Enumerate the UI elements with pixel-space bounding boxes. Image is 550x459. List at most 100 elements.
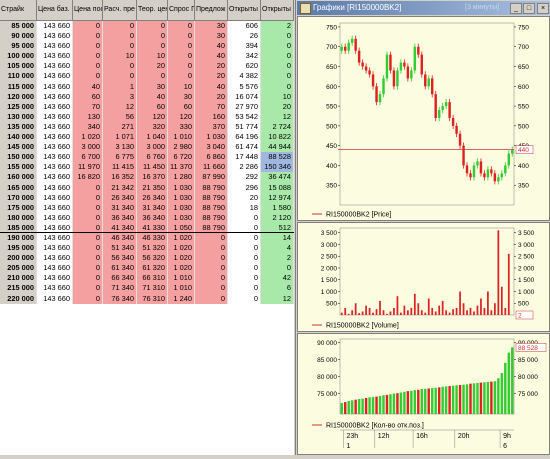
table-row[interactable]: 95 000 143 660 0 0 0 0 40 394 0 <box>0 41 294 52</box>
table-row[interactable]: 210 000 143 660 0 66 340 66 310 1 010 0 0 42 <box>0 273 294 284</box>
volume-bar <box>365 305 367 315</box>
base-price-cell: 143 660 <box>37 162 73 173</box>
table-row[interactable]: 105 000 143 660 0 0 20 0 20 620 0 <box>0 61 294 72</box>
open-interest-2-cell: 0 <box>261 41 294 52</box>
base-price-cell: 143 660 <box>37 232 73 244</box>
table-row[interactable]: 115 000 143 660 40 1 30 10 40 5 576 0 <box>0 81 294 92</box>
close-button[interactable]: × <box>537 3 549 14</box>
table-row[interactable]: 145 000 143 660 3 000 3 130 3 000 2 980 3 040 6… <box>0 142 294 153</box>
price-panel[interactable]: 3503504004004504505005005505506006006506… <box>297 16 550 221</box>
table-row[interactable]: 110 000 143 660 0 0 0 0 20 4 382 0 <box>0 71 294 82</box>
open-interest-2-cell: 14 <box>261 232 294 244</box>
last-price-cell: 0 <box>73 61 103 72</box>
oi-bar <box>417 389 420 414</box>
calc-price-cell: 26 340 <box>103 192 137 203</box>
col-open-interest[interactable]: Открыты <box>228 0 261 20</box>
col-strike[interactable]: Страйк <box>0 0 37 20</box>
y-tick-label-right: 350 <box>518 183 529 190</box>
candle-body <box>441 106 444 111</box>
oi-bar <box>511 347 514 414</box>
col-bid[interactable]: Спрос Г <box>168 0 195 20</box>
last-price-cell: 0 <box>73 212 103 223</box>
table-row[interactable]: 150 000 143 660 6 700 6 775 6 760 6 720 6 860 1… <box>0 152 294 163</box>
col-base-price[interactable]: Цена баз. <box>37 0 73 20</box>
table-row[interactable]: 135 000 143 660 340 271 320 330 370 51 774 2 724 <box>0 121 294 133</box>
theor-price-cell: 3 000 <box>137 142 168 153</box>
base-price-cell: 143 660 <box>37 263 73 274</box>
table-row[interactable]: 155 000 143 660 11 970 11 415 11 450 11 370 11… <box>0 162 294 173</box>
open-interest-panel[interactable]: 75 000 75 000 80 000 80 000 85 000 85 000 90 0… <box>297 333 550 455</box>
oi-bar <box>472 383 476 414</box>
base-price-cell: 143 660 <box>37 91 73 102</box>
series-label: RI150000BK2 [Кол-во отк.поз.] <box>326 423 424 430</box>
table-row[interactable]: 220 000 143 660 0 76 340 76 310 1 240 0 0 12 <box>0 293 294 304</box>
oi-bar <box>354 399 357 414</box>
time-tick-label: 9h <box>503 433 511 440</box>
col-ask[interactable]: Предлож <box>195 0 228 20</box>
table-row[interactable]: 130 000 143 660 130 56 120 120 160 53 542 12 <box>0 111 294 122</box>
calc-price-cell: 1 <box>103 81 137 92</box>
base-price-cell: 143 660 <box>37 212 73 223</box>
oi-bar <box>424 388 427 414</box>
table-row[interactable]: 195 000 143 660 0 51 340 51 320 1 020 0 0 4 <box>0 243 294 254</box>
volume-bar <box>507 253 510 315</box>
volume-panel[interactable]: 500 500 1 000 1 000 1 500 1 500 2 000 2 000 2 50… <box>297 222 550 332</box>
theor-price-cell: 6 760 <box>137 152 168 163</box>
table-row[interactable]: 120 000 143 660 60 3 40 30 20 16 074 10 <box>0 91 294 102</box>
volume-bar <box>410 307 413 315</box>
bid-cell: 1 030 <box>168 212 195 223</box>
table-row[interactable]: 175 000 143 660 0 31 340 31 340 1 030 88 790 18… <box>0 202 294 213</box>
volume-bar <box>497 230 500 315</box>
volume-bar <box>500 286 503 315</box>
bid-cell: 1 010 <box>168 132 195 143</box>
table-row[interactable]: 90 000 143 660 0 0 0 0 30 26 0 <box>0 31 294 42</box>
candle-body <box>458 133 462 146</box>
strike-cell: 170 000 <box>0 192 37 203</box>
volume-bar <box>375 309 378 315</box>
calc-price-cell: 3 130 <box>103 142 137 153</box>
candle-body <box>462 145 465 166</box>
col-calc-price[interactable]: Расч. пре <box>103 0 137 20</box>
col-open-interest-2[interactable]: Открыты <box>261 0 294 20</box>
table-row[interactable]: 200 000 143 660 0 56 340 56 320 1 020 0 0 2 <box>0 253 294 264</box>
theor-price-cell: 30 <box>137 81 168 92</box>
col-theor-price[interactable]: Теор. цен <box>137 0 168 20</box>
bid-cell: 0 <box>168 61 195 72</box>
table-row[interactable]: 165 000 143 660 0 21 342 21 350 1 030 88 790 29… <box>0 182 294 193</box>
candle-body <box>340 46 343 51</box>
table-row[interactable]: 215 000 143 660 0 71 340 71 310 1 010 0 0 6 <box>0 283 294 294</box>
table-row[interactable]: 170 000 143 660 0 26 340 26 340 1 030 88 790 20… <box>0 192 294 203</box>
table-row[interactable]: 85 000 143 660 0 0 0 0 30 606 2 <box>0 21 294 32</box>
minimize-button[interactable]: _ <box>510 3 522 14</box>
strike-cell: 100 000 <box>0 51 37 62</box>
volume-bar <box>455 307 458 315</box>
table-row[interactable]: 100 000 143 660 0 10 10 0 40 342 0 <box>0 51 294 62</box>
table-row[interactable]: 205 000 143 660 0 61 340 61 320 1 020 0 0 0 <box>0 263 294 274</box>
table-row[interactable]: 125 000 143 660 70 12 60 60 70 27 970 20 <box>0 101 294 112</box>
volume-bar <box>344 307 347 315</box>
table-row[interactable]: 180 000 143 660 0 36 340 36 340 1 030 88 790 0 2… <box>0 212 294 223</box>
table-row[interactable]: 160 000 143 660 16 820 16 352 16 370 1 280 87 … <box>0 172 294 183</box>
oi-bar <box>486 381 490 414</box>
bid-cell: 1 030 <box>168 202 195 213</box>
calc-price-cell: 21 342 <box>103 182 137 193</box>
candle-body <box>444 102 448 107</box>
oi-bar <box>350 400 354 414</box>
candle-body <box>504 165 507 174</box>
table-row[interactable]: 190 000 143 660 0 46 340 46 330 1 020 0 0 14 <box>0 232 294 244</box>
strike-cell: 210 000 <box>0 273 37 284</box>
last-price-cell: 70 <box>73 101 103 112</box>
bid-cell: 1 280 <box>168 172 195 183</box>
candle-body <box>410 70 413 79</box>
option-desk-table: Страйк Цена баз. Цена пос Расч. пре Теор… <box>0 0 294 455</box>
table-row[interactable]: 140 000 143 660 1 020 1 071 1 040 1 010 1 030 6… <box>0 132 294 143</box>
y-tick-label-left: 700 <box>326 44 337 51</box>
candle-body <box>500 173 504 178</box>
window-titlebar[interactable]: Графики [RI150000BK2] [3 минуты] _ □ × <box>297 1 550 15</box>
oi-bar <box>448 386 451 414</box>
candle-body <box>385 54 389 79</box>
maximize-button[interactable]: □ <box>523 3 535 14</box>
candle-body <box>413 46 417 71</box>
col-last-price[interactable]: Цена пос <box>73 0 103 20</box>
ask-cell: 0 <box>195 232 228 244</box>
